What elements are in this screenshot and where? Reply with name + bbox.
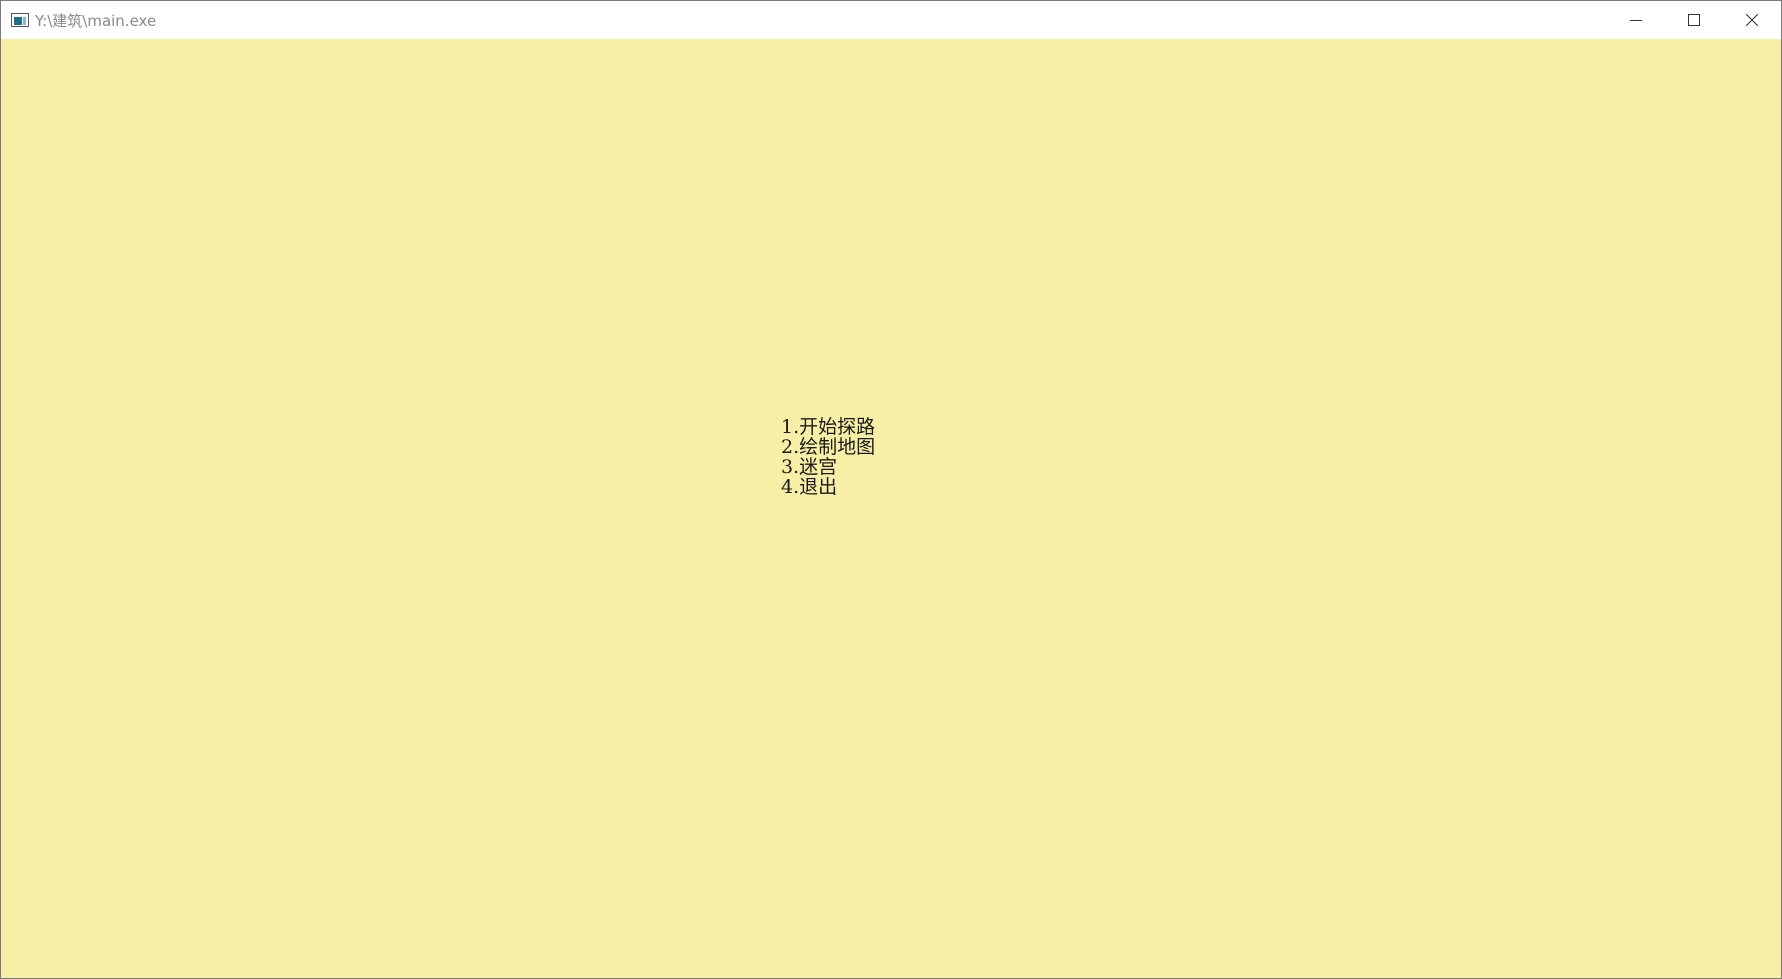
menu-item-draw-map: 2.绘制地图 [781, 436, 876, 458]
main-menu: 1.开始探路 2.绘制地图 3.迷宫 4.退出 [781, 417, 875, 497]
menu-item-exit: 4.退出 [781, 476, 838, 498]
minimize-icon [1630, 20, 1642, 21]
console-window: Y:\建筑\main.exe 1.开始探路 2.绘制地图 3.迷宫 4.退出 [0, 0, 1782, 979]
maximize-icon [1688, 14, 1700, 26]
close-icon [1746, 14, 1758, 26]
maximize-button[interactable] [1665, 1, 1723, 39]
title-bar[interactable]: Y:\建筑\main.exe [1, 1, 1781, 39]
window-title: Y:\建筑\main.exe [35, 11, 157, 30]
window-controls [1607, 1, 1781, 39]
minimize-button[interactable] [1607, 1, 1665, 39]
menu-item-maze: 3.迷宫 [781, 456, 838, 478]
close-button[interactable] [1723, 1, 1781, 39]
menu-item-start-explore: 1.开始探路 [781, 416, 876, 438]
console-app-icon[interactable] [11, 13, 29, 27]
console-client-area[interactable]: 1.开始探路 2.绘制地图 3.迷宫 4.退出 [1, 39, 1781, 978]
